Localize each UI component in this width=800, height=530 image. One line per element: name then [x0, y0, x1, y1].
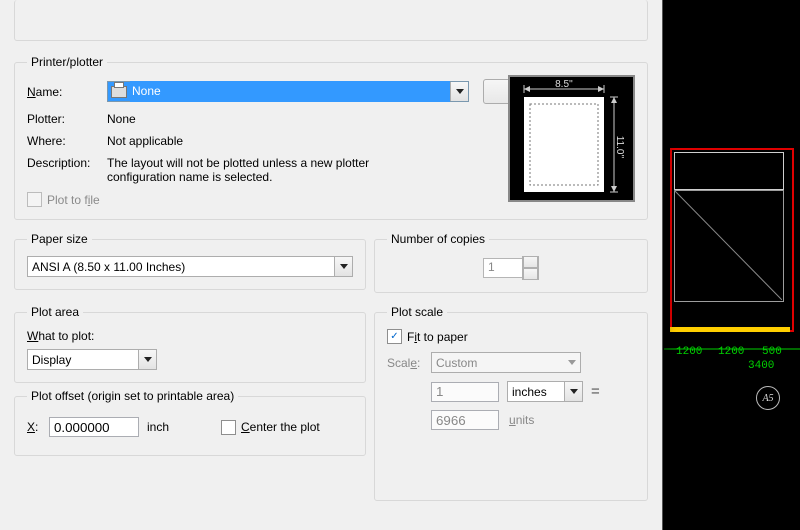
chevron-down-icon: [456, 89, 464, 94]
checkbox-icon: [221, 420, 236, 435]
scale-dropdown-btn: [563, 353, 580, 372]
plot-area-group: Plot area What to plot: Display: [14, 305, 366, 383]
paper-preview: 8.5'' 11.0'': [508, 75, 635, 202]
fit-to-paper-label: Fit to paper: [407, 330, 468, 344]
dim-1: 1200: [676, 346, 702, 358]
plotter-label: Plotter:: [27, 112, 107, 126]
what-to-plot-value: Display: [28, 352, 138, 368]
chevron-down-icon: [570, 389, 578, 394]
scale-unit1-select[interactable]: inches: [507, 381, 583, 402]
top-truncated-group: [14, 0, 648, 41]
scale-select: Custom: [431, 352, 581, 373]
plot-offset-group: Plot offset (origin set to printable are…: [14, 389, 366, 456]
plot-to-file-label: Plot to file: [47, 193, 100, 207]
plot-offset-legend: Plot offset (origin set to printable are…: [27, 389, 238, 403]
preview-height-lbl: 11.0'': [614, 136, 625, 159]
dim-h: 3400: [748, 360, 774, 372]
printer-plotter-group: Printer/plotter Name: None Properties...…: [14, 55, 648, 220]
plot-scale-group: Plot scale ✓ Fit to paper Scale: Custom: [374, 305, 648, 501]
scale-unit1-value: inches: [508, 384, 564, 400]
x-input[interactable]: [49, 417, 139, 437]
what-to-plot-select[interactable]: Display: [27, 349, 157, 370]
description-value: The layout will not be plotted unless a …: [107, 156, 437, 184]
checkbox-icon: [27, 192, 42, 207]
paper-size-group: Paper size ANSI A (8.50 x 11.00 Inches): [14, 232, 366, 290]
drawing-inner: [670, 148, 790, 328]
plotter-name-value: None: [130, 81, 450, 102]
plot-to-file-checkbox: Plot to file: [27, 192, 100, 207]
what-to-plot-label: What to plot:: [27, 329, 353, 343]
scale-unit1-dropdown-btn[interactable]: [564, 382, 582, 401]
scale-value: Custom: [432, 355, 563, 371]
preview-width-lbl: 8.5'': [555, 79, 573, 90]
fit-to-paper-checkbox[interactable]: ✓ Fit to paper: [387, 329, 468, 344]
printer-icon: [108, 82, 130, 101]
scale-unit2-label: units: [509, 413, 534, 427]
chevron-down-icon: [340, 264, 348, 269]
x-label: X:: [27, 420, 49, 434]
description-label: Description:: [27, 156, 107, 170]
dim-3: 500: [762, 346, 782, 358]
copies-group: Number of copies 1: [374, 232, 648, 293]
grid-bubble: A5: [756, 386, 780, 410]
name-label: Name:: [27, 85, 107, 99]
center-plot-checkbox[interactable]: Center the plot: [221, 420, 320, 435]
paper-size-dropdown-btn[interactable]: [334, 257, 352, 276]
bubble-label: A5: [762, 393, 773, 404]
plot-scale-legend: Plot scale: [387, 305, 447, 319]
copies-spinner: 1: [483, 256, 539, 280]
x-unit: inch: [139, 420, 191, 434]
chevron-down-icon: [144, 357, 152, 362]
copies-up-btn: [522, 256, 539, 268]
scale-label: Scale:: [387, 356, 431, 370]
where-label: Where:: [27, 134, 107, 148]
copies-legend: Number of copies: [387, 232, 489, 246]
printer-plotter-legend: Printer/plotter: [27, 55, 107, 69]
paper-size-legend: Paper size: [27, 232, 92, 246]
dim-2: 1200: [718, 346, 744, 358]
plotter-name-select[interactable]: None: [107, 81, 469, 102]
equals-icon: =: [591, 388, 600, 396]
paper-size-value: ANSI A (8.50 x 11.00 Inches): [28, 259, 334, 275]
scale-value1-input: [431, 382, 499, 402]
plot-area-legend: Plot area: [27, 305, 83, 319]
what-to-plot-dropdown-btn[interactable]: [138, 350, 156, 369]
plotter-name-dropdown-btn[interactable]: [450, 82, 468, 101]
copies-value: 1: [483, 258, 523, 278]
copies-down-btn: [522, 268, 539, 280]
chevron-down-icon: [523, 268, 538, 280]
plot-dialog: Printer/plotter Name: None Properties...…: [0, 0, 663, 530]
chevron-up-icon: [523, 256, 538, 268]
center-plot-label: Center the plot: [241, 420, 320, 434]
scale-value2-input: [431, 410, 499, 430]
paper-size-select[interactable]: ANSI A (8.50 x 11.00 Inches): [27, 256, 353, 277]
chevron-down-icon: [568, 360, 576, 365]
checkbox-icon: ✓: [387, 329, 402, 344]
